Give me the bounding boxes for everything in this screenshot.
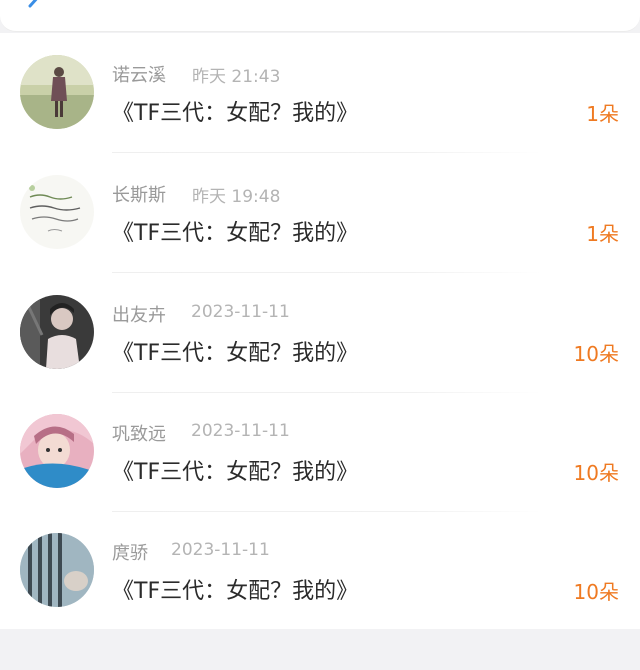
post-time: 2023-11-11 (191, 421, 290, 441)
girl-in-field-avatar[interactable] (20, 55, 94, 129)
flower-count: 10朵 (573, 461, 619, 485)
book-title[interactable]: 《TF三代：女配？我的》 (112, 95, 358, 127)
list-item[interactable]: 巩致远 2023-11-11 《TF三代：女配？我的》 10朵 (0, 392, 640, 511)
window-bars-avatar[interactable] (20, 533, 94, 607)
list-item[interactable]: 出友卉 2023-11-11 《TF三代：女配？我的》 10朵 (0, 273, 640, 392)
post-time: 昨天 19:48 (192, 187, 281, 207)
handwritten-text-avatar[interactable] (20, 175, 94, 249)
flower-count: 10朵 (573, 342, 619, 366)
book-title[interactable]: 《TF三代：女配？我的》 (112, 573, 358, 605)
post-time: 2023-11-11 (171, 540, 270, 560)
list-item[interactable]: 长斯斯 昨天 19:48 《TF三代：女配？我的》 1朵 (0, 153, 640, 272)
user-name[interactable]: 长斯斯 (112, 181, 166, 207)
user-name[interactable]: 巩致远 (112, 420, 166, 446)
flower-count: 1朵 (586, 102, 619, 126)
top-bar (0, 0, 640, 32)
user-name[interactable]: 诺云溪 (112, 61, 166, 87)
anime-girl-avatar[interactable] (20, 414, 94, 488)
list-item[interactable]: 诺云溪 昨天 21:43 《TF三代：女配？我的》 1朵 (0, 33, 640, 152)
list-item[interactable]: 庹骄 2023-11-11 《TF三代：女配？我的》 10朵 (0, 511, 640, 630)
post-time: 昨天 21:43 (192, 67, 281, 87)
user-name[interactable]: 庹骄 (112, 539, 148, 565)
reward-list: 诺云溪 昨天 21:43 《TF三代：女配？我的》 1朵 长斯斯 昨天 19:4… (0, 33, 640, 629)
book-title[interactable]: 《TF三代：女配？我的》 (112, 215, 358, 247)
book-title[interactable]: 《TF三代：女配？我的》 (112, 454, 358, 486)
user-name[interactable]: 出友卉 (112, 301, 166, 327)
book-title[interactable]: 《TF三代：女配？我的》 (112, 335, 358, 367)
flower-count: 1朵 (586, 222, 619, 246)
flower-count: 10朵 (573, 580, 619, 604)
boy-portrait-avatar[interactable] (20, 295, 94, 369)
chevron-left-icon[interactable] (22, 0, 48, 20)
post-time: 2023-11-11 (191, 302, 290, 322)
